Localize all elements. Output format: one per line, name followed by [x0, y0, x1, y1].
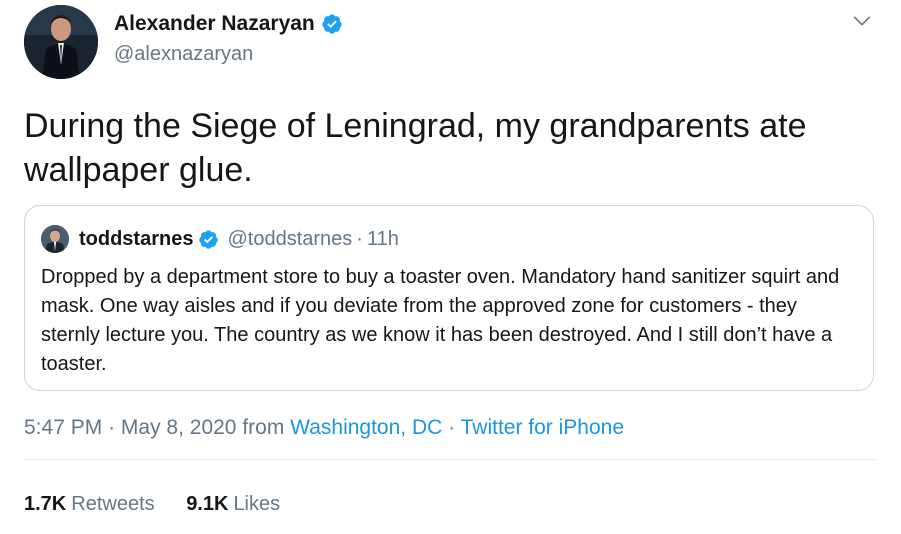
retweets-label: Retweets [71, 493, 155, 515]
quoted-tweet-text: Dropped by a department store to buy a t… [41, 266, 840, 375]
quoted-verified-badge-icon [198, 229, 219, 250]
meta-separator-2: · [448, 416, 456, 439]
from-label: from [242, 416, 285, 439]
author-avatar[interactable] [24, 5, 98, 79]
author-handle[interactable]: @alexnazaryan [114, 43, 253, 66]
tweet-text: During the Siege of Leningrad, my grandp… [24, 107, 807, 189]
quoted-tweet-header: toddstarnes @toddstarnes · 11h [41, 225, 399, 253]
avatar-photo [24, 5, 98, 79]
retweets-stat[interactable]: 1.7K Retweets [24, 493, 155, 516]
author-name[interactable]: Alexander Nazaryan [114, 12, 315, 36]
likes-label: Likes [233, 493, 281, 515]
tweet-meta: 5:47 PM · May 8, 2020 from Washington, D… [24, 416, 624, 440]
quoted-author-avatar [41, 225, 69, 253]
tweet-date[interactable]: May 8, 2020 [121, 416, 237, 439]
location-link[interactable]: Washington, DC [290, 416, 442, 439]
author-name-row: Alexander Nazaryan [114, 12, 343, 36]
quoted-timestamp: 11h [366, 227, 399, 250]
tweet-time[interactable]: 5:47 PM [24, 416, 102, 439]
quoted-author-name: toddstarnes [79, 227, 194, 250]
likes-count: 9.1K [186, 493, 229, 515]
quoted-author-handle: @toddstarnes [227, 227, 353, 250]
meta-separator: · [108, 416, 116, 439]
likes-stat[interactable]: 9.1K Likes [186, 493, 280, 516]
quoted-tweet-card[interactable]: toddstarnes @toddstarnes · 11h Dropped b… [24, 205, 874, 391]
quoted-separator: · [356, 227, 363, 250]
source-link[interactable]: Twitter for iPhone [461, 416, 624, 439]
chevron-down-icon[interactable] [851, 10, 873, 32]
verified-badge-icon [321, 13, 343, 35]
divider [24, 459, 876, 460]
tweet-stats: 1.7K Retweets 9.1K Likes [24, 493, 306, 516]
retweets-count: 1.7K [24, 493, 67, 515]
